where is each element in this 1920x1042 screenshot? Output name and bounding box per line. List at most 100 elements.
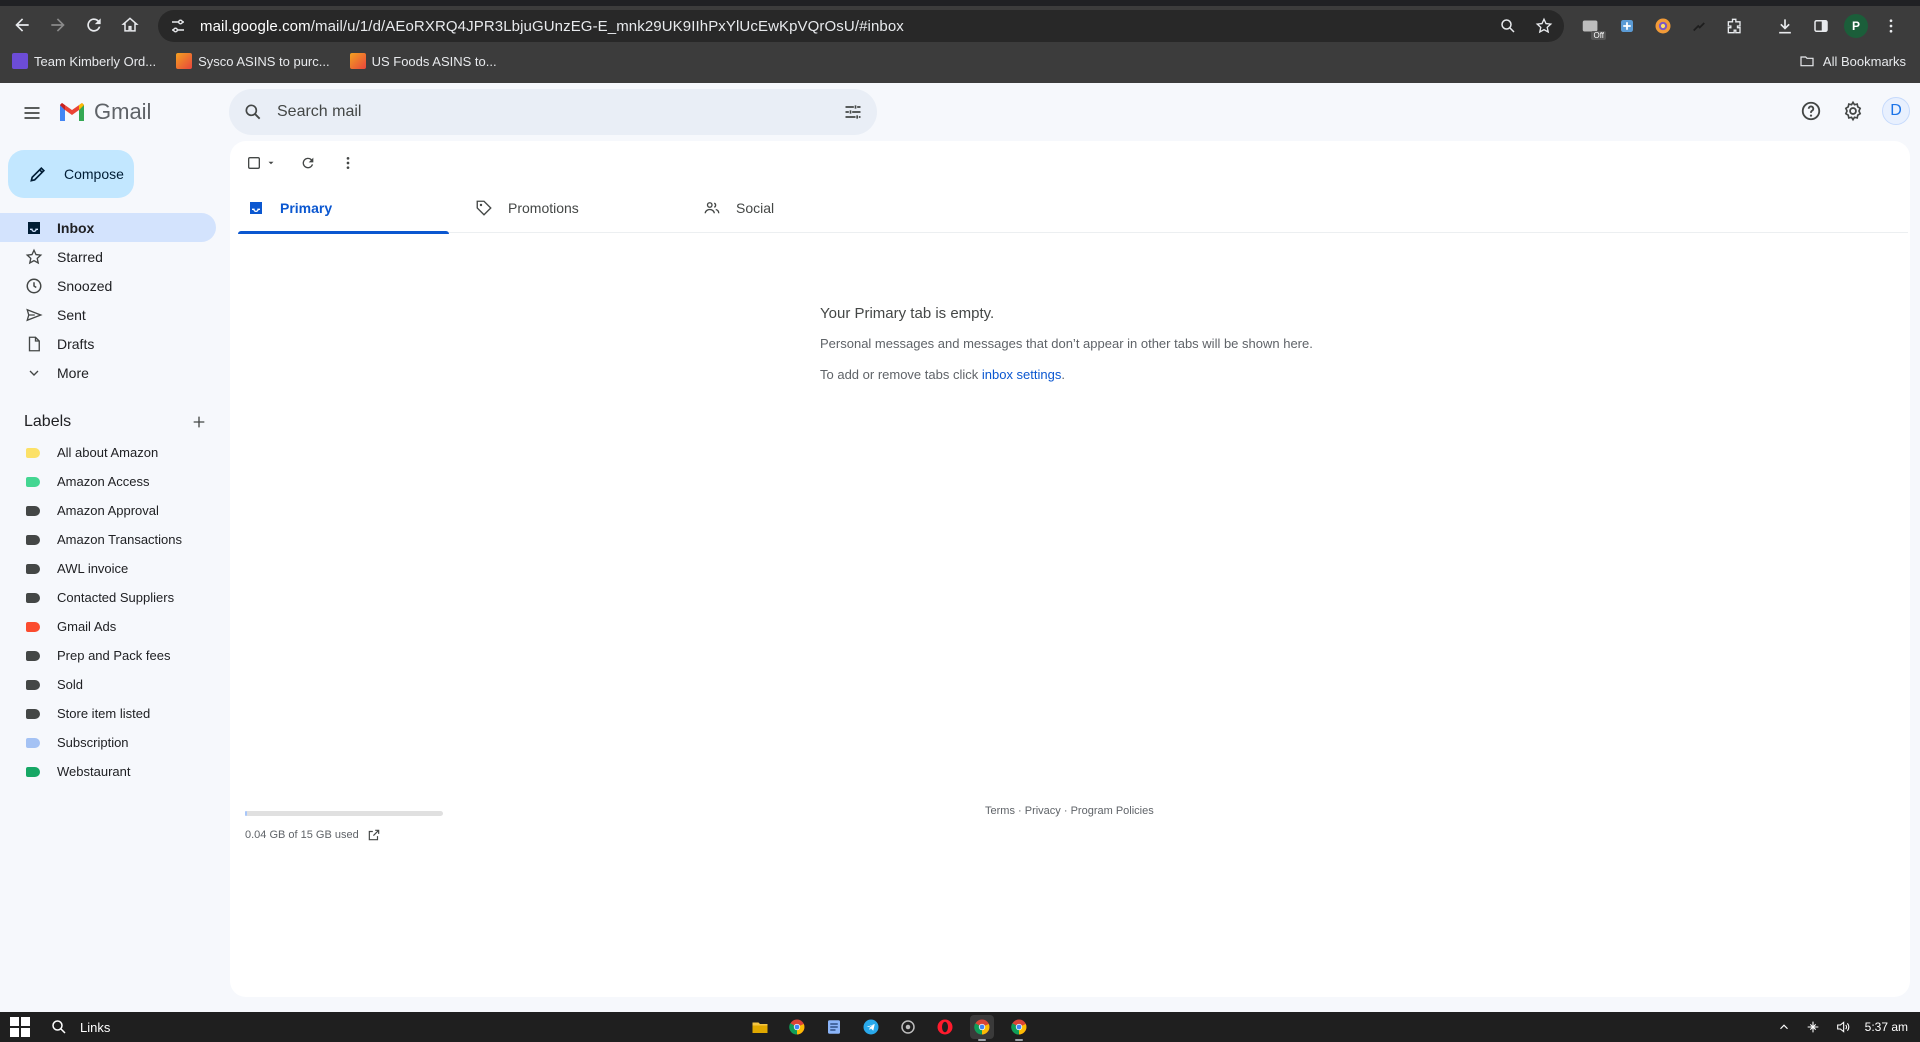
tab-label: Primary — [280, 200, 333, 216]
privacy-link[interactable]: Privacy — [1025, 805, 1061, 817]
chrome-icon[interactable] — [1007, 1015, 1031, 1041]
chrome-icon[interactable] — [970, 1015, 994, 1041]
reload-button[interactable] — [76, 7, 112, 43]
sidebar-item-snoozed[interactable]: Snoozed — [0, 271, 216, 300]
site-settings-icon[interactable] — [168, 16, 188, 36]
sidebar-label-item[interactable]: Amazon Transactions — [0, 525, 216, 554]
opera-icon[interactable] — [933, 1015, 957, 1039]
chevron-down-icon — [24, 363, 44, 383]
sidebar-item-sent[interactable]: Sent — [0, 300, 216, 329]
sidebar-item-inbox[interactable]: Inbox — [0, 213, 216, 242]
chevron-up-icon[interactable] — [1777, 1020, 1791, 1034]
telegram-icon[interactable] — [859, 1015, 883, 1039]
select-all-checkbox[interactable] — [246, 151, 276, 175]
account-avatar[interactable]: D — [1882, 97, 1910, 125]
open-in-new-icon[interactable] — [367, 828, 381, 842]
side-panel-icon[interactable] — [1808, 13, 1834, 39]
terms-link[interactable]: Terms — [985, 805, 1015, 817]
search-icon[interactable] — [241, 100, 265, 124]
program-policies-link[interactable]: Program Policies — [1071, 805, 1154, 817]
inbox-settings-link[interactable]: inbox settings — [982, 367, 1062, 382]
label-name: Store item listed — [57, 706, 151, 721]
label-name: Amazon Approval — [57, 503, 159, 518]
search-input[interactable] — [277, 103, 817, 121]
search-icon — [52, 1020, 66, 1034]
search-bar[interactable] — [229, 89, 877, 135]
chrome-icon[interactable] — [785, 1015, 809, 1039]
tab-label: Promotions — [508, 200, 579, 216]
file-explorer-icon[interactable] — [748, 1015, 772, 1039]
zoom-icon[interactable] — [1496, 14, 1520, 38]
bookmark-item[interactable]: Sysco ASINS to purc... — [176, 53, 330, 69]
compose-button[interactable]: Compose — [8, 150, 134, 198]
main-menu-button[interactable] — [18, 99, 46, 127]
inbox-tab-icon — [246, 198, 266, 218]
sidebar-label-item[interactable]: All about Amazon — [0, 438, 216, 467]
refresh-button[interactable] — [300, 151, 316, 175]
label-tag-icon — [26, 679, 40, 690]
storage-meter: 0.04 GB of 15 GB used — [245, 811, 443, 842]
volume-icon[interactable] — [1835, 1019, 1851, 1035]
network-icon[interactable] — [1805, 1019, 1821, 1035]
more-options-button[interactable] — [340, 151, 356, 175]
all-bookmarks-button[interactable]: All Bookmarks — [1799, 47, 1906, 75]
sidebar-label-item[interactable]: Contacted Suppliers — [0, 583, 216, 612]
sidebar-label-item[interactable]: Amazon Approval — [0, 496, 216, 525]
extension-dark-icon[interactable] — [1686, 13, 1712, 39]
tab-social[interactable]: Social — [694, 183, 922, 233]
back-button[interactable] — [4, 7, 40, 43]
send-icon — [24, 305, 44, 325]
bookmark-star-icon[interactable] — [1532, 14, 1556, 38]
address-bar[interactable]: mail.google.com/mail/u/1/d/AEoRXRQ4JPR3L… — [158, 10, 1564, 42]
sidebar-label-item[interactable]: Webstaurant — [0, 757, 216, 786]
notepad-icon[interactable] — [822, 1015, 846, 1039]
label-name: Amazon Access — [57, 474, 150, 489]
browser-profile-avatar[interactable]: P — [1844, 14, 1868, 38]
settings-gear-icon[interactable] — [896, 1015, 920, 1039]
sidebar-item-drafts[interactable]: Drafts — [0, 329, 216, 358]
arrow-right-icon — [51, 18, 65, 32]
label-tag-icon — [26, 766, 40, 777]
tab-promotions[interactable]: Promotions — [466, 183, 694, 233]
extension-puzzle-blue-icon[interactable] — [1614, 13, 1640, 39]
bookmark-item[interactable]: US Foods ASINS to... — [349, 53, 497, 69]
labels-header: Labels — [24, 410, 210, 434]
create-label-plus-icon[interactable] — [188, 411, 210, 433]
sidebar-item-more[interactable]: More — [0, 358, 216, 387]
label-tag-icon — [26, 534, 40, 545]
forward-button[interactable] — [40, 7, 76, 43]
label-name: Amazon Transactions — [57, 532, 183, 547]
sidebar-label-item[interactable]: Subscription — [0, 728, 216, 757]
sidebar-label-item[interactable]: AWL invoice — [0, 554, 216, 583]
gmail-logo[interactable]: Gmail — [58, 99, 151, 125]
sidebar-label-item[interactable]: Prep and Pack fees — [0, 641, 216, 670]
home-icon — [121, 17, 139, 32]
clock-time[interactable]: 5:37 am — [1865, 1020, 1908, 1034]
mail-toolbar — [246, 151, 356, 175]
settings-gear-icon[interactable] — [1840, 98, 1866, 124]
sidebar-label-item[interactable]: Amazon Access — [0, 467, 216, 496]
search-options-icon[interactable] — [841, 100, 865, 124]
url-path: /mail/u/1/d/AEoRXRQ4JPR3LbjuGUnzEG-E_mnk… — [310, 17, 904, 35]
sidebar-label-item[interactable]: Gmail Ads — [0, 612, 216, 641]
label-tag-icon — [26, 737, 40, 748]
help-icon[interactable] — [1798, 98, 1824, 124]
sidebar-label-item[interactable]: Store item listed — [0, 699, 216, 728]
url-text[interactable]: mail.google.com/mail/u/1/d/AEoRXRQ4JPR3L… — [200, 18, 904, 35]
home-button[interactable] — [112, 7, 148, 43]
tab-primary[interactable]: Primary — [238, 183, 466, 234]
bookmark-item[interactable]: Team Kimberly Ord... — [12, 53, 156, 69]
extension-off-icon[interactable]: Off — [1578, 13, 1606, 40]
extensions-puzzle-icon[interactable] — [1722, 13, 1748, 39]
windows-start-icon[interactable] — [10, 1017, 30, 1037]
label-tag-icon — [26, 563, 40, 574]
footer-links: Terms · Privacy · Program Policies — [985, 805, 1154, 817]
sidebar-item-starred[interactable]: Starred — [0, 242, 216, 271]
inbox-icon — [24, 218, 44, 238]
sidebar-label-item[interactable]: Sold — [0, 670, 216, 699]
empty-state: Your Primary tab is empty. Personal mess… — [820, 305, 1313, 382]
extension-color-icon[interactable] — [1650, 13, 1676, 39]
downloads-icon[interactable] — [1772, 13, 1798, 39]
taskbar-search[interactable]: Links — [50, 1018, 110, 1036]
browser-menu-icon[interactable] — [1878, 13, 1904, 39]
